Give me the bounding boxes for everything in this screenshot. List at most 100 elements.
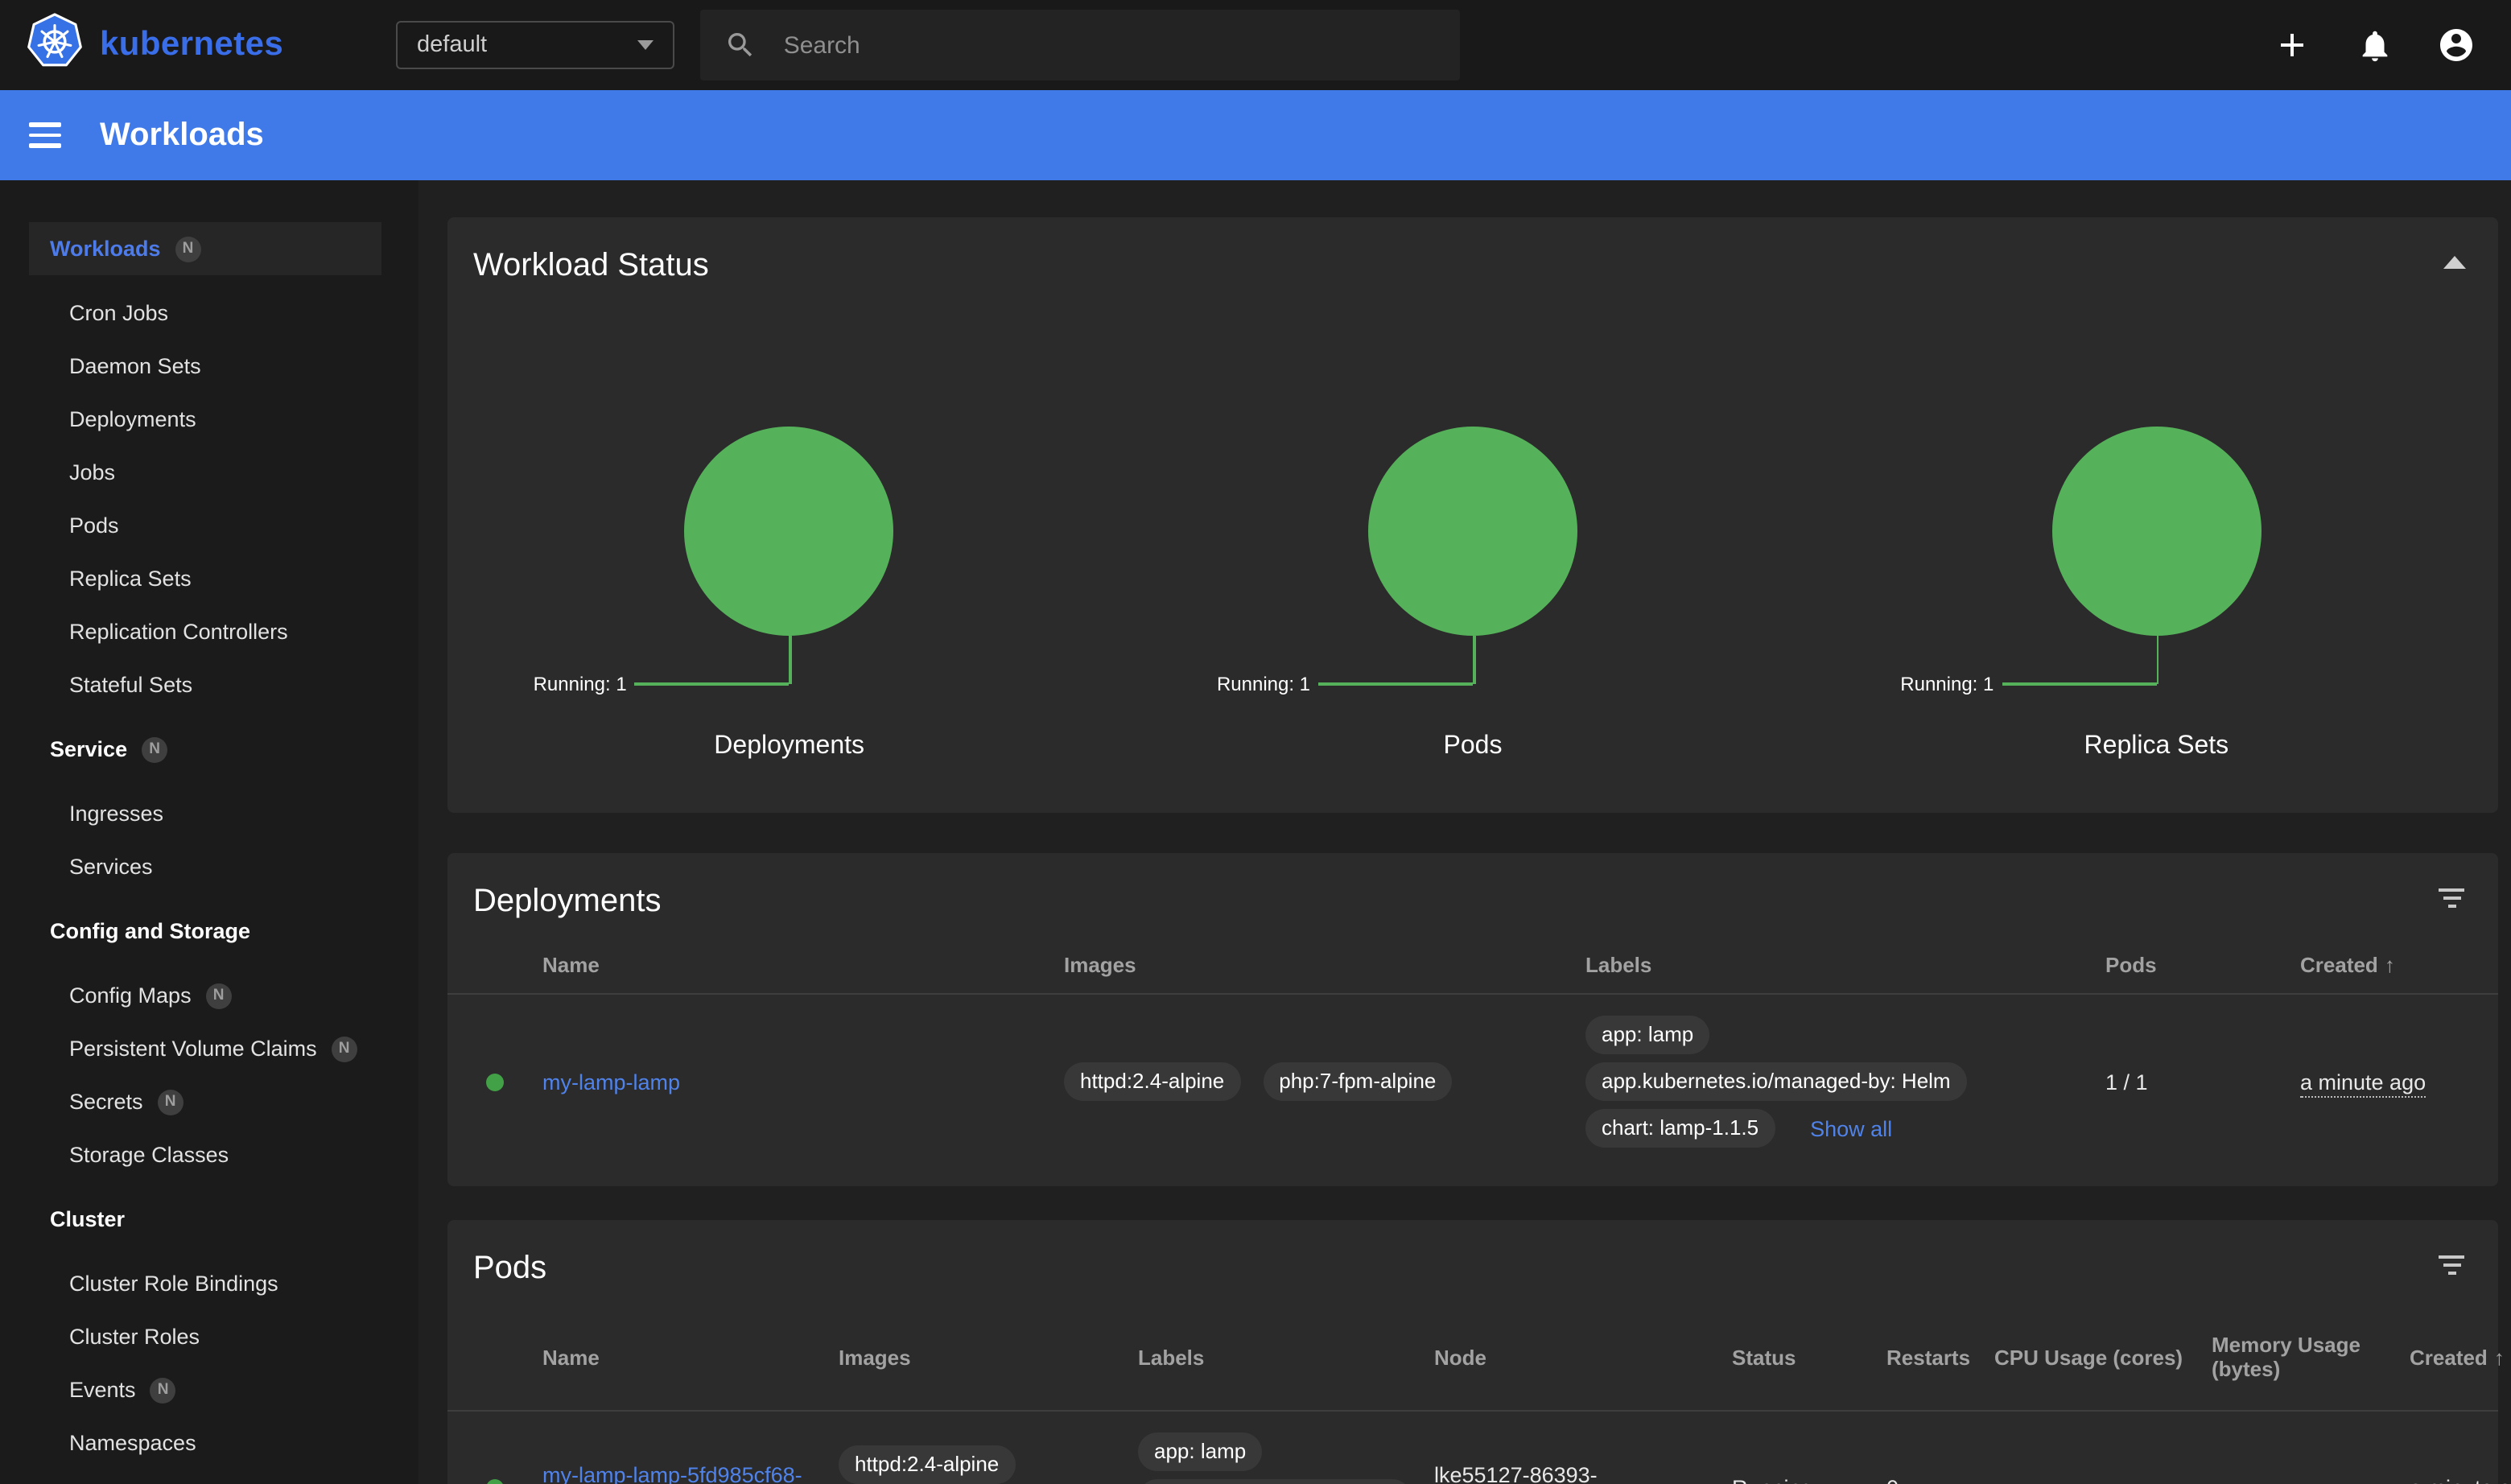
table-row[interactable]: my-lamp-lamp httpd:2.4-alpine php:7-fpm-…	[447, 995, 2498, 1167]
kubernetes-logo[interactable]: kubernetes	[0, 12, 396, 78]
column-header-cpu: CPU Usage (cores)	[1994, 1345, 2212, 1369]
created-timestamp: a minute ago	[2410, 1476, 2511, 1484]
sidebar-item-replica-sets[interactable]: Replica Sets	[0, 552, 418, 605]
column-header-labels: Labels	[1138, 1345, 1434, 1369]
sidebar-item-ingresses[interactable]: Ingresses	[0, 787, 418, 840]
image-chip: httpd:2.4-alpine	[1064, 1062, 1240, 1101]
pie-chart	[685, 427, 894, 636]
card-title: Deployments	[473, 879, 661, 924]
namespace-value: default	[417, 32, 487, 58]
legend-line	[2002, 682, 2156, 685]
sidebar-item-cron-jobs[interactable]: Cron Jobs	[0, 286, 418, 340]
sidebar-item-network-policies[interactable]: Network Policies N	[0, 1470, 418, 1484]
filter-icon[interactable]	[2437, 1255, 2466, 1275]
memory-usage: -	[2212, 1476, 2410, 1484]
label-chip: app: lamp	[1138, 1432, 1262, 1471]
sidebar-item-pods[interactable]: Pods	[0, 499, 418, 552]
chart-title: Replica Sets	[1815, 732, 2498, 761]
column-header-status: Status	[1732, 1345, 1886, 1369]
search-bar[interactable]	[700, 10, 1460, 80]
column-header-created[interactable]: Created↑	[2300, 953, 2498, 977]
sidebar-item-daemon-sets[interactable]: Daemon Sets	[0, 340, 418, 393]
search-icon	[723, 26, 758, 64]
column-header-memory: Memory Usage (bytes)	[2212, 1333, 2410, 1381]
legend-line	[2156, 636, 2158, 684]
workload-chart-deployments: Running: 1 Deployments	[447, 217, 1131, 813]
user-avatar[interactable]	[2437, 26, 2476, 64]
deployment-name-link[interactable]: my-lamp-lamp	[542, 1070, 680, 1094]
legend-label: Running: 1	[1900, 673, 1994, 695]
legend-line	[635, 682, 790, 685]
sidebar-item-cluster-role-bindings[interactable]: Cluster Role Bindings	[0, 1257, 418, 1310]
sidebar-section-config-and-storage: Config and Storage	[0, 905, 418, 958]
column-header-labels: Labels	[1585, 953, 2105, 977]
logo-text: kubernetes	[100, 26, 283, 64]
sidebar-item-config-maps[interactable]: Config Maps N	[0, 969, 418, 1022]
cpu-usage: -	[1994, 1476, 2212, 1484]
new-badge: N	[175, 236, 201, 262]
sidebar-item-secrets[interactable]: Secrets N	[0, 1075, 418, 1128]
pie-chart	[1368, 427, 1577, 636]
sidebar-section-cluster: Cluster	[0, 1193, 418, 1246]
topbar-actions	[2273, 26, 2511, 64]
chart-title: Deployments	[447, 732, 1131, 761]
pod-name-link[interactable]: my-lamp-lamp-5fd985cf68-jwvz4	[542, 1462, 802, 1484]
label-chip: chart: lamp-1.1.5	[1585, 1109, 1775, 1148]
notifications-bell-icon[interactable]	[2355, 26, 2393, 64]
label-chip: pod-template-hash: 5fd985cf68	[1138, 1479, 1412, 1484]
image-chip: httpd:2.4-alpine	[839, 1445, 1015, 1484]
sidebar: Workloads N Cron Jobs Daemon Sets Deploy…	[0, 180, 418, 1484]
sidebar-item-storage-classes[interactable]: Storage Classes	[0, 1128, 418, 1181]
sidebar-item-jobs[interactable]: Jobs	[0, 446, 418, 499]
sidebar-item-workloads[interactable]: Workloads N	[29, 222, 381, 275]
menu-icon[interactable]	[29, 123, 61, 147]
sidebar-item-replication-controllers[interactable]: Replication Controllers	[0, 605, 418, 658]
deployments-card: Deployments Name Images Labels Pods Crea…	[447, 853, 2498, 1186]
sidebar-item-stateful-sets[interactable]: Stateful Sets	[0, 658, 418, 711]
sidebar-item-service[interactable]: Service N	[0, 723, 418, 776]
pods-card: Pods Name Images Labels Node Status Rest…	[447, 1220, 2498, 1484]
sidebar-item-deployments[interactable]: Deployments	[0, 393, 418, 446]
filter-icon[interactable]	[2437, 888, 2466, 908]
pods-count: 1 / 1	[2105, 1070, 2300, 1094]
label-chip: app.kubernetes.io/managed-by: Helm	[1585, 1062, 1967, 1101]
create-resource-button[interactable]	[2273, 26, 2311, 64]
legend-label: Running: 1	[1217, 673, 1310, 695]
created-timestamp: a minute ago	[2300, 1070, 2426, 1097]
sort-ascending-icon: ↑	[2385, 953, 2395, 977]
legend-label: Running: 1	[534, 673, 627, 695]
sidebar-item-namespaces[interactable]: Namespaces	[0, 1416, 418, 1470]
workload-status-card: Workload Status Running: 1 Deployments	[447, 217, 2498, 813]
sidebar-item-cluster-roles[interactable]: Cluster Roles	[0, 1310, 418, 1363]
chevron-down-icon	[637, 40, 654, 50]
sidebar-item-persistent-volume-claims[interactable]: Persistent Volume Claims N	[0, 1022, 418, 1075]
app-bar: Workloads	[0, 90, 2511, 180]
new-badge: N	[150, 1377, 176, 1403]
column-header-created[interactable]: Created↑	[2410, 1345, 2498, 1369]
image-chip: php:7-fpm-alpine	[1263, 1062, 1452, 1101]
new-badge: N	[206, 983, 232, 1008]
sidebar-item-label: Workloads	[50, 237, 161, 261]
status-ok-icon	[486, 1073, 504, 1090]
search-input[interactable]	[781, 30, 1437, 60]
column-header-images: Images	[839, 1345, 1138, 1369]
new-badge: N	[332, 1036, 357, 1061]
column-header-restarts: Restarts	[1886, 1345, 1994, 1369]
kubernetes-dashboard: kubernetes default Worklo	[0, 0, 2511, 1484]
namespace-selector[interactable]: default	[396, 21, 674, 69]
sidebar-item-services[interactable]: Services	[0, 840, 418, 893]
restarts-count: 0	[1886, 1476, 1994, 1484]
sidebar-item-events[interactable]: Events N	[0, 1363, 418, 1416]
new-badge: N	[158, 1089, 183, 1115]
card-title: Pods	[473, 1246, 546, 1291]
page-title: Workloads	[100, 117, 264, 154]
table-row[interactable]: my-lamp-lamp-5fd985cf68-jwvz4 httpd:2.4-…	[447, 1412, 2498, 1484]
status-ok-icon	[486, 1479, 504, 1484]
show-all-link[interactable]: Show all	[1810, 1116, 1892, 1140]
pie-chart	[2051, 427, 2261, 636]
column-header-node: Node	[1434, 1345, 1732, 1369]
column-header-name: Name	[542, 953, 1064, 977]
legend-line	[1473, 636, 1475, 684]
legend-line	[790, 636, 792, 684]
label-chip: app: lamp	[1585, 1016, 1709, 1054]
